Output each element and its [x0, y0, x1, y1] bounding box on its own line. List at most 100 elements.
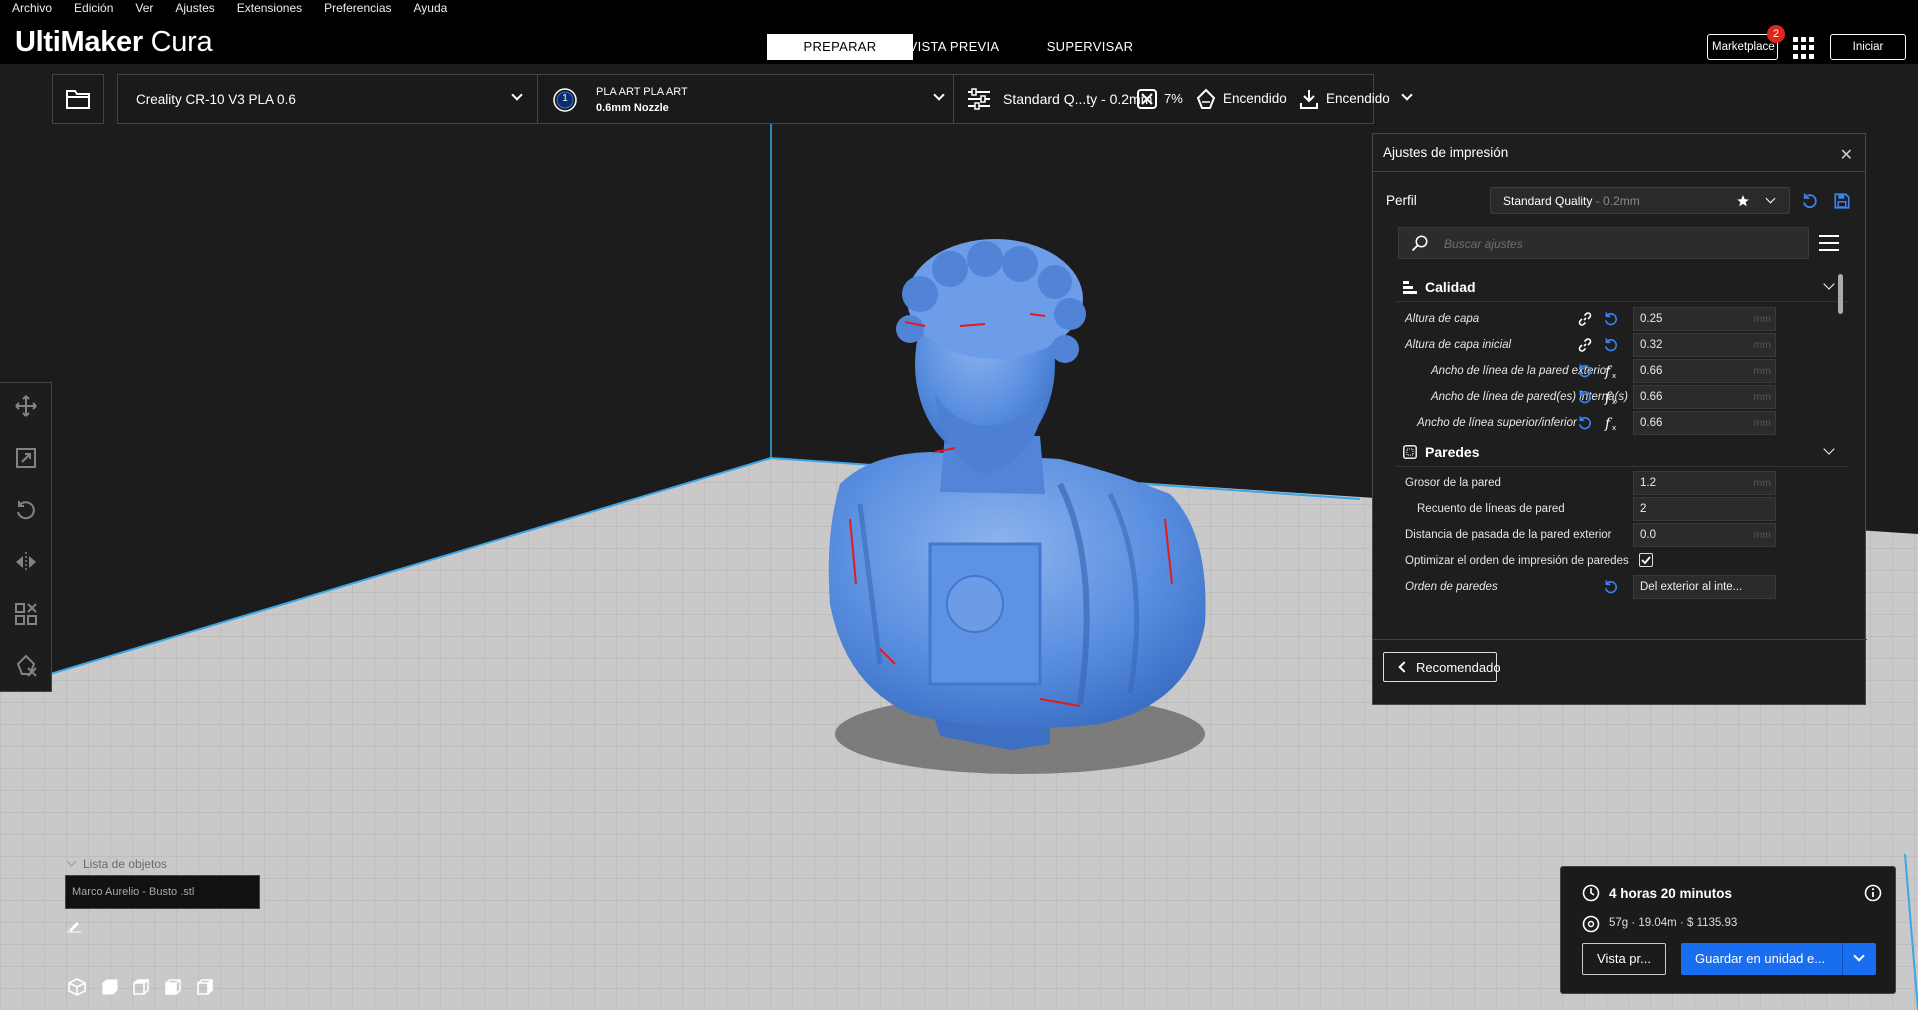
star-icon[interactable] [1736, 194, 1750, 208]
app-header: UltiMaker Cura PREPARAR VISTA PREVIA SUP… [0, 16, 1918, 77]
view-front-icon[interactable] [100, 977, 120, 997]
function-icon[interactable]: fx [1603, 363, 1619, 379]
adhesion-summary: Encendido [1326, 91, 1390, 106]
material-estimate: 57g · 19.04m · $ 1135.93 [1609, 917, 1738, 929]
support-blocker-icon[interactable] [14, 654, 38, 678]
view-top-icon[interactable] [131, 977, 151, 997]
svg-text:x: x [1612, 398, 1616, 405]
checkmark-icon [1641, 556, 1651, 565]
setting-optimize-wall-order: Optimizar el orden de impresión de pared… [1389, 548, 1849, 574]
category-walls[interactable]: Paredes [1395, 437, 1849, 467]
printer-toolbar: Creality CR-10 V3 PLA 0.6 1 PLA ART PLA … [117, 74, 1413, 124]
info-icon[interactable] [1864, 884, 1882, 902]
walls-icon [1403, 445, 1417, 459]
reset-icon[interactable] [1603, 337, 1619, 353]
outer-wall-wipe-distance-input[interactable]: 0.0 mm [1633, 523, 1776, 547]
edit-icon[interactable] [66, 917, 82, 933]
app-logo: UltiMaker Cura [15, 26, 213, 58]
profile-label: Perfil [1386, 193, 1417, 208]
top-bottom-line-width-input[interactable]: 0.66 mm [1633, 411, 1776, 435]
reset-icon[interactable] [1801, 192, 1819, 210]
close-icon[interactable]: ✕ [1840, 145, 1853, 165]
view-left-icon[interactable] [163, 977, 183, 997]
chevron-down-icon [933, 89, 945, 101]
save-icon[interactable] [1833, 192, 1851, 210]
object-list-header[interactable]: Lista de objetos [66, 856, 167, 871]
view-3d-icon[interactable] [67, 977, 87, 997]
apps-grid-icon[interactable] [1793, 37, 1815, 59]
reset-icon[interactable] [1603, 311, 1619, 327]
recommended-button[interactable]: Recomendado [1383, 652, 1501, 682]
per-model-settings-icon[interactable] [14, 602, 38, 626]
menu-help[interactable]: Ayuda [414, 1, 448, 15]
setting-top-bottom-line-width: Ancho de línea superior/inferior fx 0.66… [1389, 410, 1849, 436]
save-to-disk-button[interactable]: Guardar en unidad e... [1681, 943, 1876, 975]
object-list-item[interactable]: Marco Aurelio - Busto .stl [65, 875, 260, 909]
initial-layer-height-input[interactable]: 0.32 mm [1633, 333, 1776, 357]
optimize-wall-order-checkbox[interactable] [1639, 553, 1653, 567]
link-icon[interactable] [1577, 311, 1593, 327]
quality-icon [1403, 281, 1417, 294]
material-name: PLA ART PLA ART [596, 86, 688, 98]
marketplace-badge: 2 [1767, 25, 1785, 43]
print-settings-summary[interactable]: Standard Q...ty - 0.2mm 7% Encendido Enc… [953, 74, 1413, 124]
tool-panel [0, 382, 52, 692]
tab-prepare[interactable]: PREPARAR [767, 34, 913, 60]
nozzle-name: 0.6mm Nozzle [596, 102, 669, 114]
reset-icon[interactable] [1577, 415, 1593, 431]
wall-thickness-input[interactable]: 1.2 mm [1633, 471, 1776, 495]
menu-file[interactable]: Archivo [12, 1, 52, 15]
wall-ordering-select[interactable]: Del exterior al inte... [1633, 575, 1776, 599]
mirror-icon[interactable] [14, 550, 38, 574]
reset-icon[interactable] [1603, 579, 1619, 595]
hamburger-menu-icon[interactable] [1819, 235, 1839, 251]
print-settings-panel: Ajustes de impresión ✕ Perfil Standard Q… [1372, 133, 1867, 705]
panel-footer: Recomendado [1373, 639, 1867, 704]
link-icon[interactable] [1577, 337, 1593, 353]
wall-line-count-input[interactable]: 2 [1633, 497, 1776, 521]
printer-name: Creality CR-10 V3 PLA 0.6 [136, 91, 296, 107]
move-icon[interactable] [14, 394, 38, 418]
search-placeholder: Buscar ajustes [1444, 237, 1523, 251]
scale-icon[interactable] [14, 446, 38, 470]
function-icon[interactable]: fx [1603, 389, 1619, 405]
outer-wall-line-width-input[interactable]: 0.66 mm [1633, 359, 1776, 383]
menu-preferences[interactable]: Preferencias [324, 1, 391, 15]
layer-height-input[interactable]: 0.25 mm [1633, 307, 1776, 331]
preview-button[interactable]: Vista pr... [1582, 943, 1666, 975]
setting-wall-line-count: Recuento de líneas de pared 2 [1389, 496, 1849, 522]
category-quality[interactable]: Calidad [1395, 272, 1849, 302]
chevron-down-icon [66, 856, 77, 867]
signin-button[interactable]: Iniciar sesión [1830, 34, 1906, 77]
printer-selector[interactable]: Creality CR-10 V3 PLA 0.6 [118, 75, 538, 123]
reset-icon[interactable] [1577, 363, 1593, 379]
print-estimate-panel: 4 horas 20 minutos 57g · 19.04m · $ 1135… [1560, 866, 1896, 994]
settings-search-input[interactable]: Buscar ajustes [1398, 227, 1809, 259]
rotate-icon[interactable] [14, 498, 38, 522]
chevron-down-icon [1853, 950, 1865, 962]
menu-view[interactable]: Ver [135, 1, 153, 15]
menu-edit[interactable]: Edición [74, 1, 113, 15]
setting-outer-wall-line-width: Ancho de línea de la pared exterior fx 0… [1389, 358, 1849, 384]
menu-extensions[interactable]: Extensiones [237, 1, 302, 15]
profile-selector[interactable]: Standard Quality - 0.2mm [1490, 187, 1790, 214]
settings-scrollbar[interactable] [1838, 274, 1843, 314]
open-file-button[interactable] [52, 74, 104, 124]
menu-settings[interactable]: Ajustes [175, 1, 214, 15]
material-nozzle-selector[interactable]: 1 PLA ART PLA ART 0.6mm Nozzle [538, 75, 953, 123]
clock-icon [1582, 884, 1600, 902]
inner-wall-line-width-input[interactable]: 0.66 mm [1633, 385, 1776, 409]
print-time: 4 horas 20 minutos [1609, 886, 1733, 901]
settings-list[interactable]: Calidad Altura de capa 0.25 mm Altura de … [1389, 272, 1849, 632]
menu-bar: Archivo Edición Ver Ajustes Extensiones … [0, 0, 1918, 16]
search-icon [1411, 235, 1428, 252]
tab-monitor[interactable]: SUPERVISAR [1040, 34, 1140, 60]
function-icon[interactable]: fx [1603, 415, 1619, 431]
tab-preview[interactable]: VISTA PREVIA [899, 34, 1009, 60]
setting-inner-wall-line-width: Ancho de línea de pared(es) interna(s) f… [1389, 384, 1849, 410]
save-options-dropdown[interactable] [1842, 943, 1876, 975]
view-right-icon[interactable] [195, 977, 215, 997]
settings-sliders-icon [968, 88, 990, 110]
reset-icon[interactable] [1577, 389, 1593, 405]
setting-layer-height: Altura de capa 0.25 mm [1389, 306, 1849, 332]
